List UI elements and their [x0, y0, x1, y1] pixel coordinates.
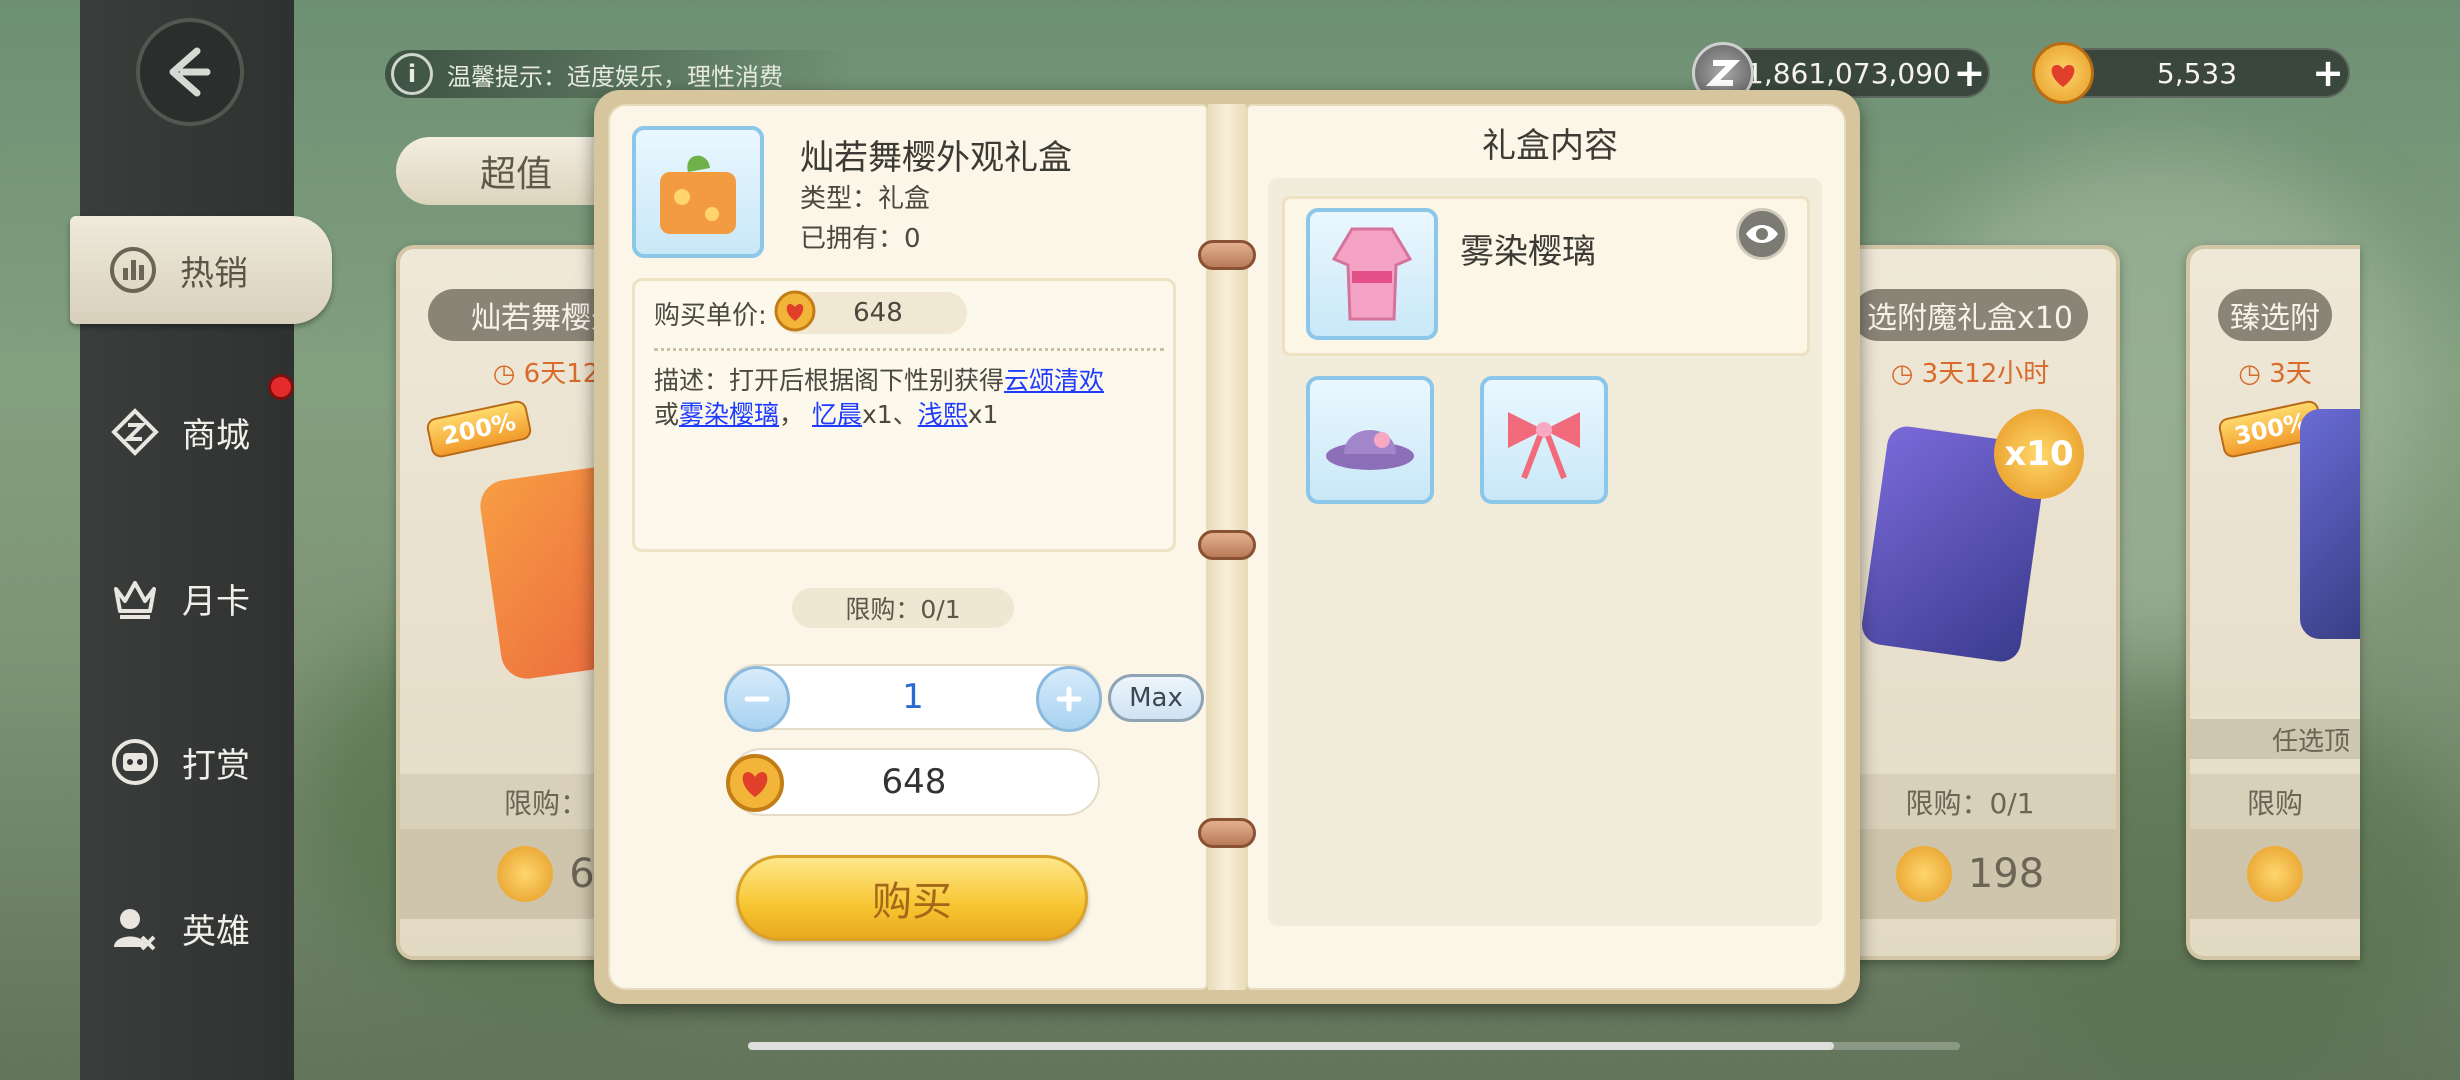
card-limit: 限购 [2190, 774, 2360, 829]
item-title: 灿若舞樱外观礼盒 [800, 138, 1072, 178]
preview-button[interactable] [1736, 208, 1788, 260]
heart-coin-icon [2247, 846, 2303, 902]
add-z-coin-button[interactable]: + [1951, 51, 1988, 95]
contents-item-name: 雾染樱璃 [1460, 232, 1596, 272]
back-arrow-icon [169, 47, 211, 97]
item-description: 描述：打开后根据阁下性别获得云颂清欢 或雾染樱璃， 忆晨x1、浅熙x1 [654, 366, 1105, 429]
card-title: 选附魔礼盒x10 [1852, 289, 2088, 341]
book-ring [1198, 530, 1256, 560]
back-button[interactable] [136, 18, 244, 126]
increase-button[interactable] [1036, 666, 1102, 732]
unit-price-pill: 648 [774, 290, 967, 334]
buy-button[interactable]: 购买 [736, 855, 1088, 941]
unit-price-label: 购买单价: [654, 300, 767, 331]
bow-icon [1508, 412, 1580, 480]
total-price-value: 648 [881, 762, 947, 802]
book-ring [1198, 240, 1256, 270]
link-yichen[interactable]: 忆晨 [812, 400, 862, 429]
sidebar-item-shop[interactable]: 商城 [80, 380, 294, 484]
add-heart-coin-button[interactable]: + [2308, 51, 2348, 95]
chart-icon [108, 245, 158, 295]
kimono-icon [1331, 227, 1413, 321]
max-button[interactable]: Max [1108, 674, 1204, 722]
card-note: 任选顶 [2190, 719, 2360, 759]
sidebar-item-label: 打赏 [182, 745, 250, 786]
gift-box-thumbnail [632, 126, 764, 258]
sidebar-item-hot[interactable]: 热销 [70, 216, 332, 324]
link-qianxi[interactable]: 浅熙 [918, 400, 968, 429]
notification-badge [268, 374, 294, 400]
divider [654, 348, 1164, 351]
multiplier-badge: x10 [1994, 409, 2084, 499]
shop-icon [110, 407, 160, 457]
robot-face-icon [110, 737, 160, 787]
crown-icon [110, 573, 160, 623]
purchase-limit: 限购：0/1 [792, 588, 1014, 628]
item-type: 类型：礼盒 [800, 184, 931, 214]
tip-text: 温馨提示：适度娱乐，理性消费 [447, 62, 783, 91]
bow-thumbnail[interactable] [1480, 376, 1608, 504]
heart-coin-icon [2032, 42, 2094, 104]
gift-box-icon [660, 155, 736, 234]
heart-coin-icon [1895, 846, 1952, 902]
info-icon: i [391, 53, 433, 95]
unit-price-row: 购买单价: 648 [654, 290, 967, 334]
eye-icon [1746, 225, 1778, 243]
sidebar-item-label: 月卡 [182, 581, 250, 622]
contents-title: 礼盒内容 [1482, 126, 1618, 166]
link-wuran-yingli[interactable]: 雾染樱璃 [679, 400, 779, 429]
book-ring [1198, 818, 1256, 848]
outfit-thumbnail[interactable] [1306, 208, 1438, 340]
decrease-button[interactable] [724, 666, 790, 732]
hat-thumbnail[interactable] [1306, 376, 1434, 504]
card-limit: 限购：0/1 [1824, 774, 2116, 829]
sidebar-item-hero[interactable]: 英雄 [80, 876, 294, 980]
card-price: 198 [1824, 829, 2116, 919]
sidebar-item-monthly-card[interactable]: 月卡 [80, 546, 294, 650]
card-timer: ◷ 3天12小时 [1890, 359, 2050, 389]
heart-coin-icon [724, 752, 786, 823]
minus-icon [744, 696, 770, 702]
gift-book-image [2300, 409, 2360, 639]
sidebar-item-reward[interactable]: 打赏 [80, 710, 294, 814]
item-owned: 已拥有：0 [800, 224, 921, 254]
hero-icon [110, 903, 160, 953]
card-timer: ◷ 3天 [2238, 359, 2312, 389]
horizontal-scrollbar-thumb[interactable] [748, 1042, 1834, 1050]
hat-icon [1326, 430, 1414, 470]
shop-card[interactable]: 臻选附 ◷ 3天 300% 任选顶 限购 [2186, 245, 2360, 960]
heart-coin-icon [773, 289, 817, 340]
sidebar-item-label: 热销 [180, 253, 248, 294]
heart-coin-counter: 5,533 + [2032, 42, 2350, 104]
total-price: 648 [726, 748, 1100, 816]
quantity-stepper: 1 [724, 664, 1102, 732]
sidebar-item-label: 商城 [182, 415, 250, 456]
card-title: 臻选附 [2218, 289, 2332, 341]
heart-coin-icon [497, 846, 554, 902]
sidebar-item-label: 英雄 [182, 911, 250, 952]
card-price [2190, 829, 2360, 919]
link-yunsong-qinghuan[interactable]: 云颂清欢 [1004, 366, 1104, 395]
unit-price-value: 648 [853, 298, 903, 328]
percent-badge: 200% [424, 398, 534, 460]
shop-card[interactable]: 选附魔礼盒x10 ◷ 3天12小时 x10 限购：0/1 198 [1820, 245, 2120, 960]
plus-icon [1056, 686, 1082, 712]
